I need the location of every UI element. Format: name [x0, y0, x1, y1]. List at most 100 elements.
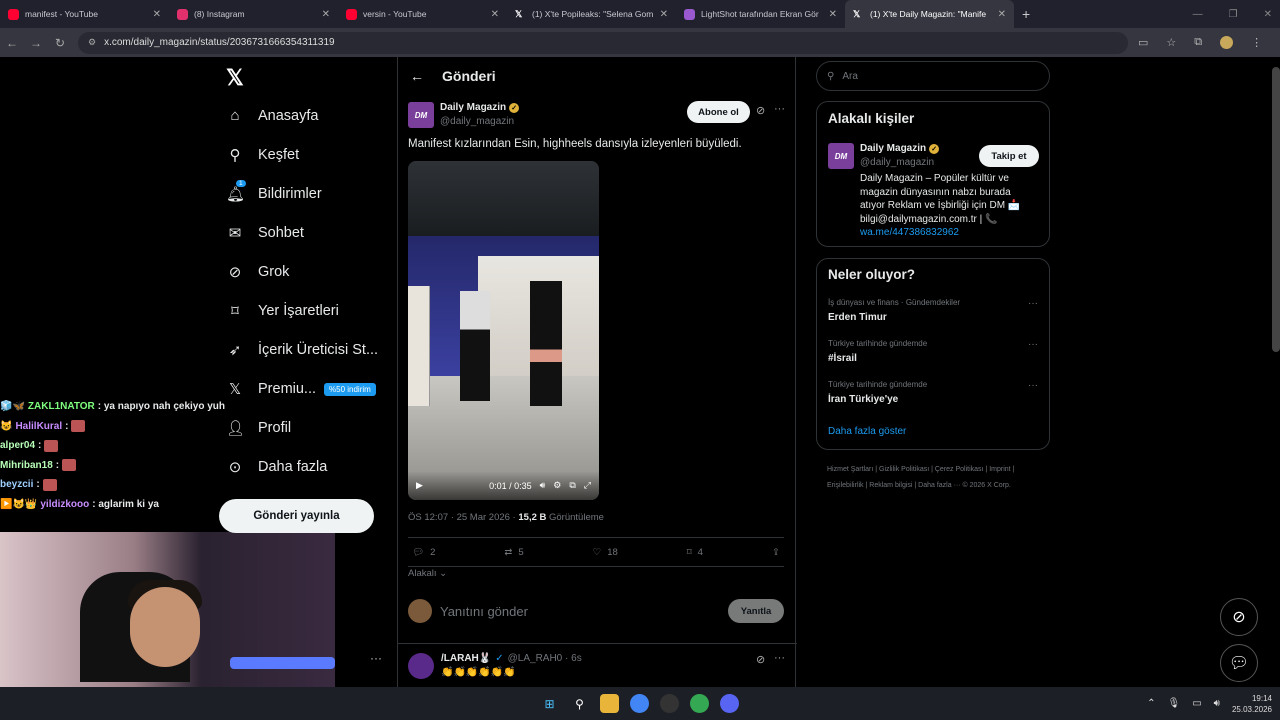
site-info-icon[interactable]: ⚙ [88, 37, 96, 48]
author-avatar[interactable]: DM [408, 102, 434, 128]
cast-icon[interactable]: ▭ [1138, 36, 1148, 49]
close-icon[interactable]: ✕ [829, 9, 837, 20]
sidebar-item-profile[interactable]: 👤︎ Profil [226, 419, 291, 437]
trend-item[interactable]: Türkiye tarihinde gündemde #İsrail ··· [828, 339, 1038, 364]
forward-icon[interactable]: → [24, 36, 48, 50]
bell-icon: 🔔︎ 1 [226, 180, 246, 203]
reply-action[interactable]: 💬︎ 2 [412, 547, 435, 558]
footer-links[interactable]: Hizmet Şartları | Gizlilik Politikası | … [827, 462, 1042, 494]
url-field[interactable]: ⚙ x.com/daily_magazin/status/20367316663… [78, 31, 1128, 54]
grok-icon[interactable]: ⊘ [756, 653, 765, 666]
video-player[interactable]: ▶ 0:01 / 0:35 🔊︎ ⚙ ⧉ ⤢ [408, 161, 599, 500]
microphone-icon[interactable]: 🎙︎ [1167, 698, 1180, 709]
reply-input[interactable]: Yanıtını gönder [440, 604, 720, 619]
more-options-icon[interactable]: ··· [774, 103, 785, 115]
back-icon[interactable]: ← [0, 36, 24, 50]
repost-action[interactable]: ⇄ 5 [504, 547, 523, 558]
extensions-icon[interactable]: ⧉ [1194, 36, 1202, 49]
network-icon[interactable]: ▭ [1192, 698, 1201, 709]
sidebar-item-creator-studio[interactable]: ➶ İçerik Üreticisi St... [226, 341, 378, 359]
grok-icon[interactable]: ⊘ [756, 104, 765, 117]
reply-button[interactable]: Yanıtla [728, 599, 784, 623]
bookmark-icon: ⌑ [686, 546, 692, 558]
more-options-icon[interactable]: ··· [1028, 298, 1038, 309]
post-button[interactable]: Gönderi yayınla [219, 499, 374, 533]
menu-icon[interactable]: ⋮ [1251, 36, 1262, 49]
clock[interactable]: 19:14 25.03.2026 [1232, 693, 1272, 715]
close-window-icon[interactable]: ✕ [1264, 9, 1272, 20]
profile-avatar[interactable] [1220, 36, 1234, 49]
sidebar-item-more[interactable]: ⊙ Daha fazla [226, 458, 328, 476]
author-name[interactable]: Daily Magazin ✓ [440, 102, 520, 113]
volume-icon[interactable]: 🔊︎ [1214, 698, 1220, 709]
settings-icon[interactable]: ⚙ [553, 480, 561, 491]
sidebar-item-chat[interactable]: ✉ Sohbet [226, 224, 304, 242]
play-icon[interactable]: ▶ [416, 480, 423, 491]
pip-icon[interactable]: ⧉ [569, 480, 575, 491]
person-avatar[interactable]: DM [828, 143, 854, 169]
trend-item[interactable]: Türkiye tarihinde gündemde İran Türkiye'y… [828, 380, 1038, 405]
file-explorer-icon[interactable] [600, 694, 619, 713]
reply-avatar[interactable] [408, 653, 434, 679]
windows-start-icon[interactable]: ⊞ [540, 694, 559, 713]
like-action[interactable]: ♡ 18 [593, 547, 618, 558]
chevron-up-icon[interactable]: ⌃ [1147, 698, 1155, 709]
back-arrow-icon[interactable]: ← [410, 68, 424, 84]
close-icon[interactable]: ✕ [660, 9, 668, 20]
window-controls: — ❐ ✕ [1193, 0, 1272, 28]
browser-tab-active[interactable]: 𝕏 (1) X'te Daily Magazin: "Manife ✕ [845, 0, 1014, 28]
account-more-icon[interactable]: ··· [370, 651, 382, 665]
person-name[interactable]: Daily Magazin ✓ [860, 143, 940, 154]
scrollbar[interactable] [1272, 67, 1280, 352]
messages-float-button[interactable]: 💬︎ [1220, 644, 1258, 682]
reply-author[interactable]: /LARAH🐰 ✓ @LA_RAH0 · 6s [441, 653, 582, 664]
browser-tab[interactable]: versin - YouTube ✕ [338, 0, 507, 28]
reload-icon[interactable]: ↻ [48, 36, 72, 50]
fullscreen-icon[interactable]: ⤢ [584, 480, 591, 491]
bio-link[interactable]: wa.me/447386832962 [860, 227, 959, 238]
obs-icon[interactable] [660, 694, 679, 713]
browser-tab[interactable]: (8) Instagram ✕ [169, 0, 338, 28]
sidebar-item-premium[interactable]: 𝕏 Premiu... %50 indirim [226, 380, 376, 398]
close-icon[interactable]: ✕ [153, 9, 161, 20]
discord-icon[interactable] [720, 694, 739, 713]
star-icon[interactable]: ☆ [1166, 36, 1176, 49]
minimize-icon[interactable]: — [1193, 9, 1203, 20]
sidebar-item-bookmarks[interactable]: ⌑ Yer İşaretleri [226, 302, 339, 320]
chrome-icon[interactable] [630, 694, 649, 713]
emote-icon [62, 459, 77, 472]
search-input[interactable]: ⚲ Ara [816, 61, 1050, 91]
browser-tab[interactable]: LightShot tarafından Ekran Gör ✕ [676, 0, 845, 28]
close-icon[interactable]: ✕ [491, 9, 499, 20]
subscribe-button[interactable]: Abone ol [687, 101, 750, 123]
close-icon[interactable]: ✕ [322, 9, 330, 20]
show-more-link[interactable]: Daha fazla göster [828, 426, 906, 437]
more-options-icon[interactable]: ··· [1028, 380, 1038, 391]
share-icon[interactable]: ⇪ [772, 547, 780, 558]
volume-icon[interactable]: 🔊︎ [540, 480, 546, 491]
related-sort[interactable]: Alakalı ⌄ [408, 568, 447, 579]
search-icon[interactable]: ⚲ [570, 694, 589, 713]
browser-tab[interactable]: manifest - YouTube ✕ [0, 0, 169, 28]
stream-chat: 🧊🦋 ZAKL1NATOR: ya napıyo nah çekiyo yuh 😺… [0, 397, 230, 514]
more-options-icon[interactable]: ··· [1028, 339, 1038, 350]
author-handle[interactable]: @daily_magazin [440, 116, 514, 127]
grok-float-button[interactable]: ⊘ [1220, 598, 1258, 636]
person-handle[interactable]: @daily_magazin [860, 157, 934, 168]
more-icon: ⊙ [228, 459, 242, 476]
user-avatar [408, 599, 432, 623]
browser-tab[interactable]: 𝕏 (1) X'te Popileaks: "Selena Gom ✕ [507, 0, 676, 28]
more-options-icon[interactable]: ··· [774, 652, 785, 664]
new-tab-button[interactable]: + [1022, 0, 1030, 28]
sidebar-item-grok[interactable]: ⊘ Grok [226, 263, 290, 281]
bookmark-action[interactable]: ⌑ 4 [687, 547, 703, 558]
chrome-icon[interactable] [690, 694, 709, 713]
follow-button[interactable]: Takip et [979, 145, 1039, 167]
x-logo-icon[interactable]: 𝕏 [226, 65, 244, 91]
sidebar-item-explore[interactable]: ⚲ Keşfet [226, 146, 300, 164]
trend-item[interactable]: İş dünyası ve finans · Gündemdekiler Erde… [828, 298, 1038, 323]
sidebar-item-home[interactable]: ⌂ Anasayfa [226, 107, 318, 124]
sidebar-item-notifications[interactable]: 🔔︎ 1 Bildirimler [226, 180, 322, 203]
close-icon[interactable]: ✕ [998, 9, 1006, 20]
maximize-icon[interactable]: ❐ [1229, 9, 1238, 20]
